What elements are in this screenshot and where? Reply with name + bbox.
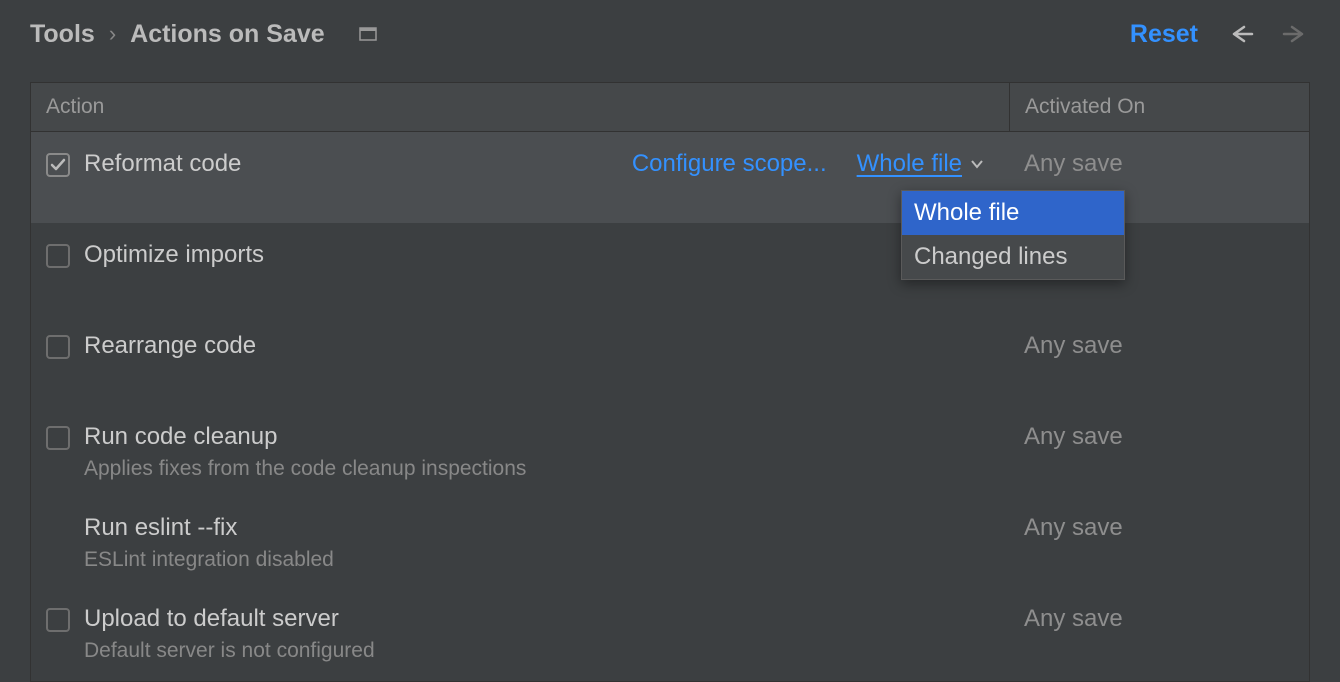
breadcrumb-parent[interactable]: Tools: [30, 20, 95, 49]
checkbox-upload-default-server[interactable]: [46, 608, 70, 632]
configure-scope-link[interactable]: Configure scope...: [632, 150, 827, 178]
scope-dropdown[interactable]: Whole file: [857, 150, 984, 178]
header-actions: Reset: [1130, 20, 1310, 49]
table-row[interactable]: Run eslint --fix ESLint integration disa…: [31, 496, 1309, 587]
chevron-down-icon: [970, 159, 984, 169]
checkbox-reformat-code[interactable]: [46, 153, 70, 177]
checkbox-optimize-imports[interactable]: [46, 244, 70, 268]
action-sublabel: Default server is not configured: [84, 639, 994, 663]
activated-on-value: Any save: [1009, 405, 1309, 496]
table-row[interactable]: Rearrange code Any save: [31, 314, 1309, 405]
reset-button[interactable]: Reset: [1130, 20, 1198, 49]
action-label: Run code cleanup: [84, 423, 994, 451]
checkbox-rearrange-code[interactable]: [46, 335, 70, 359]
actions-table: Action Activated On Reformat code Config…: [30, 82, 1310, 682]
table-row[interactable]: Upload to default server Default server …: [31, 587, 1309, 681]
action-label: Rearrange code: [84, 332, 994, 360]
column-action-header[interactable]: Action: [31, 83, 1009, 131]
dropdown-option-changed-lines[interactable]: Changed lines: [902, 235, 1124, 279]
scope-dropdown-label: Whole file: [857, 150, 962, 178]
activated-on-value: Any save: [1009, 587, 1309, 681]
checkbox-run-code-cleanup[interactable]: [46, 426, 70, 450]
action-label: Run eslint --fix: [84, 514, 994, 542]
action-label: Reformat code: [84, 150, 632, 178]
back-arrow-icon[interactable]: [1226, 23, 1254, 45]
dropdown-option-whole-file[interactable]: Whole file: [902, 191, 1124, 235]
breadcrumb: Tools › Actions on Save: [30, 20, 1130, 49]
action-label: Upload to default server: [84, 605, 994, 633]
window-icon[interactable]: [359, 27, 377, 41]
table-row[interactable]: Run code cleanup Applies fixes from the …: [31, 405, 1309, 496]
table-body: Reformat code Configure scope... Whole f…: [31, 132, 1309, 681]
settings-header: Tools › Actions on Save Reset: [0, 0, 1340, 68]
chevron-right-icon: ›: [109, 21, 116, 47]
activated-on-value: Any save: [1009, 314, 1309, 405]
scope-dropdown-menu: Whole file Changed lines: [901, 190, 1125, 280]
table-header: Action Activated On: [31, 83, 1309, 132]
column-activated-header[interactable]: Activated On: [1009, 83, 1309, 131]
forward-arrow-icon: [1282, 23, 1310, 45]
action-sublabel: Applies fixes from the code cleanup insp…: [84, 457, 994, 481]
breadcrumb-current: Actions on Save: [130, 20, 325, 49]
activated-on-value: Any save: [1009, 496, 1309, 587]
action-sublabel: ESLint integration disabled: [84, 548, 994, 572]
action-label: Optimize imports: [84, 241, 994, 269]
